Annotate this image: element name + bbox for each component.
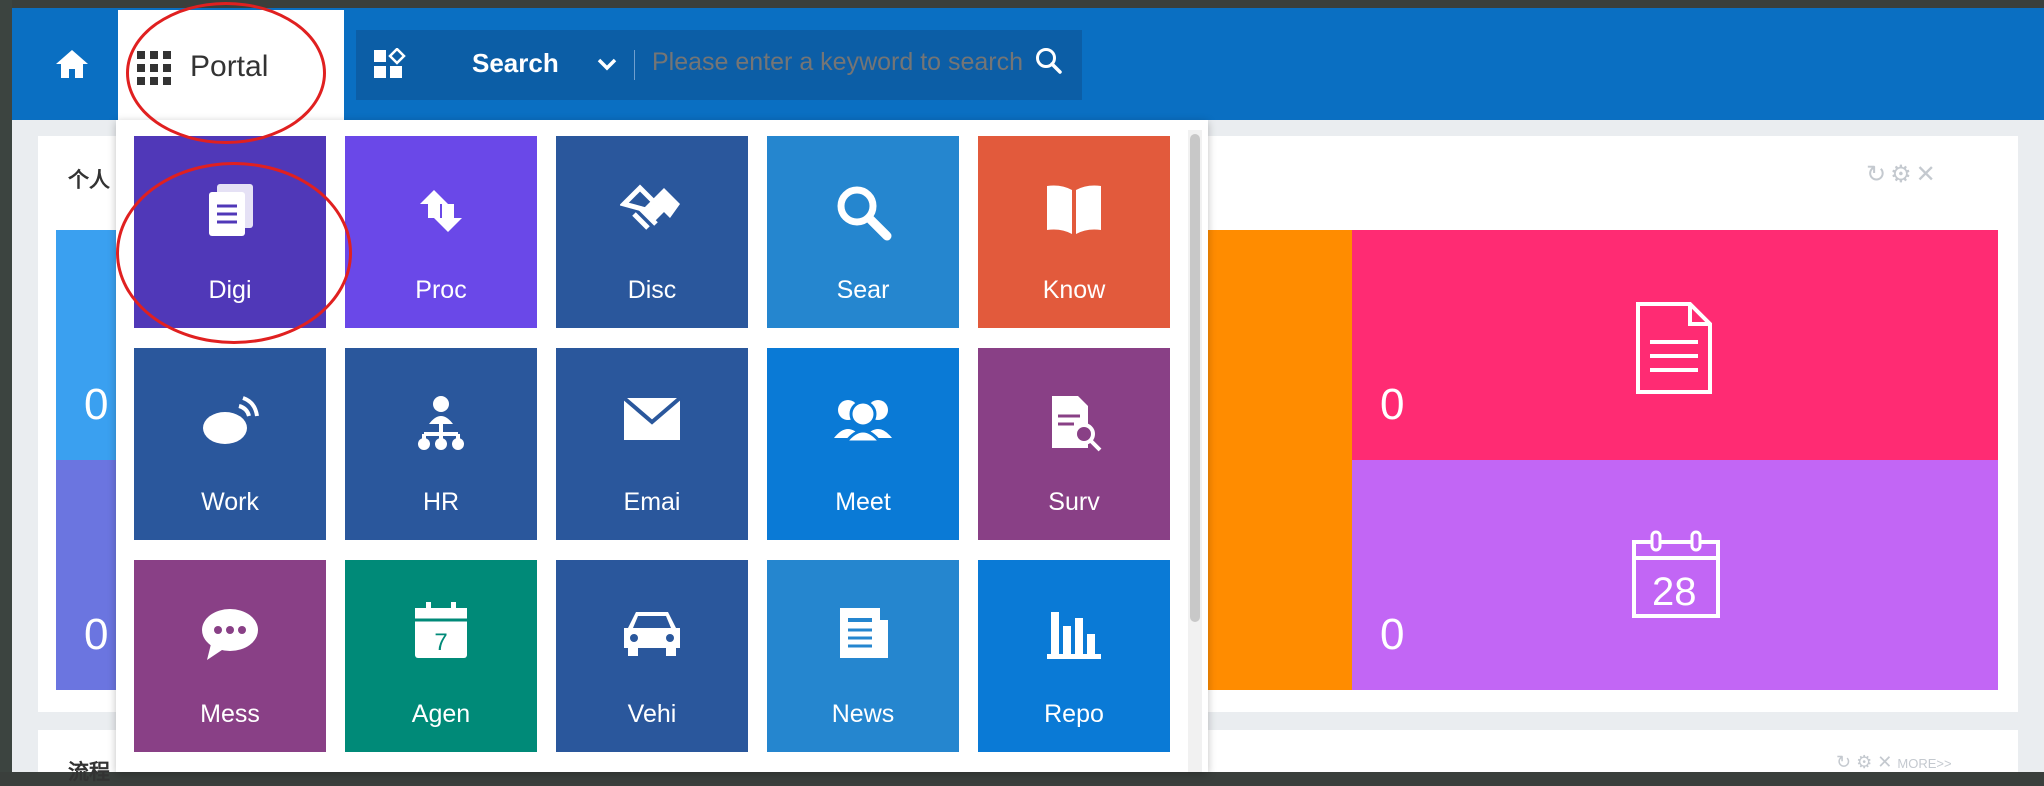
app-tile-meet[interactable]: Meet xyxy=(767,348,959,540)
more-link[interactable]: MORE>> xyxy=(1897,756,1951,771)
card-tools: ↻⚙✕ xyxy=(1866,160,1940,189)
handshake-icon xyxy=(619,184,680,230)
process-icon xyxy=(420,190,462,232)
annotation-circle-digi xyxy=(116,162,352,344)
stat-value: 0 xyxy=(84,610,109,659)
stat-tile-pink[interactable]: 0 xyxy=(1352,230,1998,460)
app-label: News xyxy=(831,700,895,728)
app-label: Know xyxy=(1042,276,1106,304)
app-tile-news[interactable]: News xyxy=(767,560,959,752)
org-chart-icon xyxy=(418,396,464,450)
book-icon xyxy=(1047,185,1101,234)
app-tile-agen[interactable]: 7 Agen xyxy=(345,560,537,752)
app-label: Vehi xyxy=(627,700,677,728)
close-icon[interactable]: ✕ xyxy=(1916,161,1940,188)
search-icon xyxy=(837,186,892,241)
app-tile-disc[interactable]: Disc xyxy=(556,136,748,328)
envelope-icon xyxy=(622,396,682,440)
app-label: Mess xyxy=(200,700,260,728)
app-label: Emai xyxy=(623,488,681,516)
app-label: Sear xyxy=(836,276,890,304)
app-label: Work xyxy=(201,488,259,516)
stat-tile-purple[interactable]: 0 28 xyxy=(1352,460,1998,690)
app-label: Agen xyxy=(411,700,471,728)
search-divider xyxy=(634,50,635,80)
process-card-title: 流程 xyxy=(68,761,110,784)
app-tile-work[interactable]: Work xyxy=(134,348,326,540)
chat-bubble-icon xyxy=(202,609,258,660)
app-tile-hr[interactable]: HR xyxy=(345,348,537,540)
personal-card-title: 个人 xyxy=(68,169,110,192)
chevron-down-icon[interactable] xyxy=(596,54,618,74)
survey-icon xyxy=(1052,396,1102,452)
app-label: Surv xyxy=(1048,488,1100,516)
apps-switch-icon[interactable] xyxy=(372,48,408,82)
app-label: Meet xyxy=(835,488,891,516)
app-label: Repo xyxy=(1044,700,1104,728)
app-tile-surv[interactable]: Surv xyxy=(978,348,1170,540)
gear-icon[interactable]: ⚙ xyxy=(1890,161,1916,188)
stat-tile-orange[interactable] xyxy=(1208,230,1352,690)
refresh-icon[interactable]: ↻ xyxy=(1866,161,1890,188)
search-input[interactable] xyxy=(652,48,1042,77)
window-left-edge xyxy=(0,0,12,772)
calendar-icon: 7 xyxy=(415,602,467,658)
app-tile-emai[interactable]: Emai xyxy=(556,348,748,540)
panel-scrollbar-thumb[interactable] xyxy=(1190,134,1200,622)
work-icon xyxy=(203,396,259,444)
app-tile-repo[interactable]: Repo xyxy=(978,560,1170,752)
stat-value: 0 xyxy=(84,380,109,429)
app-label: HR xyxy=(422,488,460,516)
close-icon[interactable]: ✕ xyxy=(1877,752,1892,772)
app-tile-mess[interactable]: Mess xyxy=(134,560,326,752)
app-label: Disc xyxy=(627,276,677,304)
stat-value: 0 xyxy=(1380,380,1405,429)
people-icon xyxy=(834,400,892,444)
newspaper-icon xyxy=(840,608,888,658)
app-tile-know[interactable]: Know xyxy=(978,136,1170,328)
home-button[interactable] xyxy=(54,48,94,84)
stat-value: 0 xyxy=(1380,610,1405,659)
car-icon xyxy=(624,612,680,656)
home-icon xyxy=(56,50,88,78)
search-mode-select[interactable]: Search xyxy=(472,48,559,79)
annotation-circle-portal xyxy=(126,2,326,144)
gear-icon[interactable]: ⚙ xyxy=(1856,752,1872,772)
bar-chart-icon xyxy=(1047,612,1101,659)
app-label: Proc xyxy=(415,276,467,304)
app-tile-proc[interactable]: Proc xyxy=(345,136,537,328)
card-tools: ↻ ⚙ ✕ MORE>> xyxy=(1836,752,1952,773)
app-tile-vehi[interactable]: Vehi xyxy=(556,560,748,752)
app-tile-sear[interactable]: Sear xyxy=(767,136,959,328)
agenda-day-label: 7 xyxy=(434,629,447,656)
document-icon xyxy=(1636,302,1712,394)
search-icon[interactable] xyxy=(1034,46,1064,76)
search-bar: Search xyxy=(356,30,1082,100)
calendar-day-label: 28 xyxy=(1652,570,1697,614)
refresh-icon[interactable]: ↻ xyxy=(1836,752,1851,772)
